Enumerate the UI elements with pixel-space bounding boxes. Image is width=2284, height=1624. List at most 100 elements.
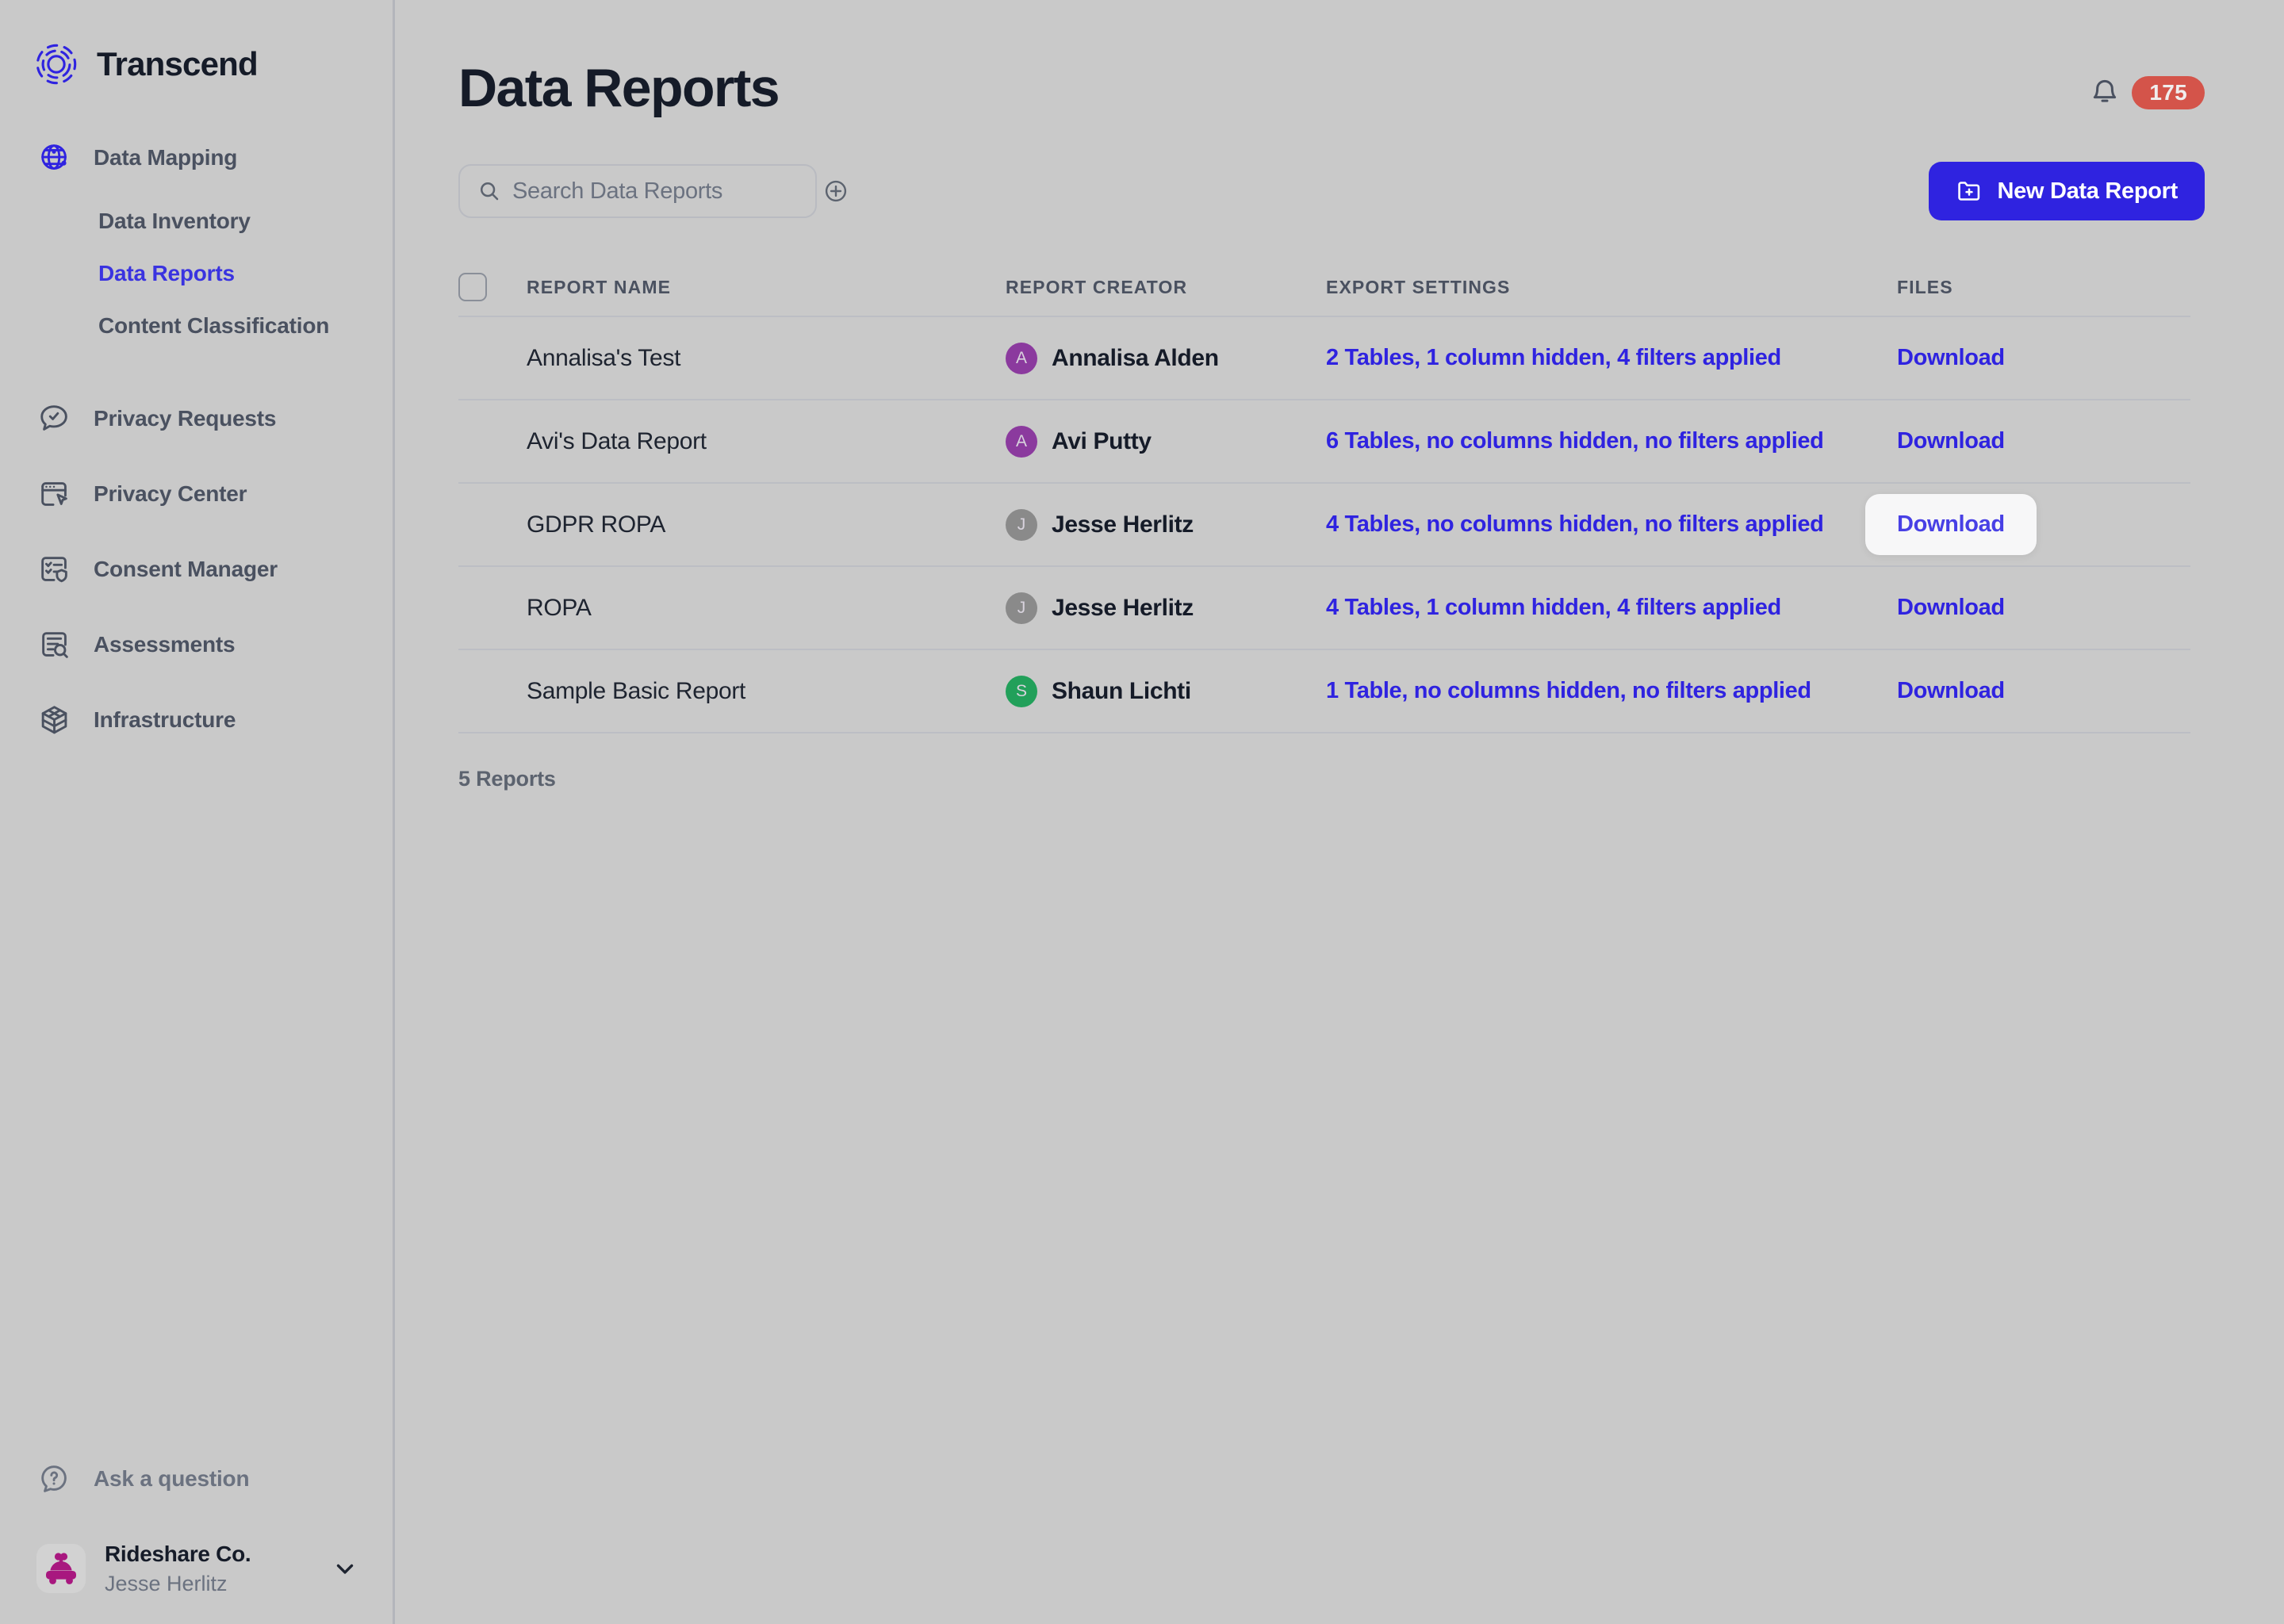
sidebar-nav: Data Mapping Data Inventory Data Reports… [0,136,393,757]
chat-check-icon [40,404,67,431]
sidebar-item-label: Consent Manager [94,556,278,581]
checklist-shield-icon [41,556,67,582]
sidebar: Transcend Data Mapping Data Inventory Da… [0,0,395,1624]
cell-files: Download [1865,494,2190,555]
chevron-down-icon[interactable] [331,1555,358,1582]
ask-a-question-button[interactable]: Ask a question [0,1445,390,1513]
notification-badge[interactable]: 175 [2132,76,2205,109]
export-settings-link[interactable]: 4 Tables, no columns hidden, no filters … [1326,511,1824,537]
question-circle-icon [41,1465,67,1492]
download-button[interactable]: Download [1865,494,2037,555]
bell-icon[interactable] [2089,77,2121,109]
export-settings-link[interactable]: 6 Tables, no columns hidden, no filters … [1326,428,1824,454]
data-reports-table: REPORT NAME REPORT CREATOR EXPORT SETTIN… [458,259,2190,791]
cell-report-creator: J Jesse Herlitz [1006,508,1326,541]
export-settings-link[interactable]: 2 Tables, 1 column hidden, 4 filters app… [1326,345,1781,370]
cell-report-name[interactable]: Avi's Data Report [527,428,1006,455]
creator-name: Jesse Herlitz [1052,594,1194,621]
search-input[interactable] [512,178,811,205]
select-all-checkbox[interactable] [458,273,487,301]
sidebar-item-label: Assessments [94,631,236,657]
sidebar-item-data-mapping[interactable]: Data Mapping [0,136,393,179]
cell-report-name[interactable]: Sample Basic Report [527,678,1006,705]
page-title: Data Reports [458,58,780,118]
sidebar-group-label: Data Mapping [94,145,238,170]
cell-report-creator: S Shaun Lichti [1006,675,1326,707]
sidebar-item-assessments[interactable]: Assessments [0,607,393,682]
column-header-report-name[interactable]: REPORT NAME [527,277,1006,298]
download-button[interactable]: Download [1865,411,2037,472]
sidebar-item-label: Infrastructure [94,707,236,732]
download-button[interactable]: Download [1865,327,2037,389]
ask-a-question-label: Ask a question [94,1466,250,1491]
sidebar-footer: Ask a question Rideshare Co. Jesse Herli… [0,1445,390,1624]
avatar: S [1006,675,1037,707]
transcend-logo-icon [36,44,77,85]
brand-logo[interactable]: Transcend [0,0,393,87]
export-settings-link[interactable]: 4 Tables, 1 column hidden, 4 filters app… [1326,595,1781,620]
sidebar-item-privacy-center[interactable]: Privacy Center [0,456,393,531]
creator-name: Avi Putty [1052,427,1152,454]
cell-report-name[interactable]: GDPR ROPA [527,511,1006,538]
sidebar-item-data-reports[interactable]: Data Reports [0,247,393,300]
sidebar-item-consent-manager[interactable]: Consent Manager [0,531,393,607]
folder-plus-icon [1958,182,1980,201]
sidebar-item-label: Privacy Center [94,481,247,506]
sidebar-item-data-inventory[interactable]: Data Inventory [0,195,393,247]
globe-icon [41,144,67,170]
cell-files: Download [1897,428,2190,454]
search-box[interactable] [458,164,847,218]
cell-export-settings: 6 Tables, no columns hidden, no filters … [1326,428,1897,454]
cell-report-creator: J Jesse Herlitz [1006,592,1326,624]
column-header-report-creator[interactable]: REPORT CREATOR [1006,277,1326,298]
avatar [36,1544,86,1593]
sidebar-subnav: Data Inventory Data Reports Content Clas… [0,195,393,352]
sidebar-main-items: Privacy Requests Privacy Center Consent … [0,381,393,757]
export-settings-link[interactable]: 1 Table, no columns hidden, no filters a… [1326,678,1811,703]
cell-report-creator: A Avi Putty [1006,425,1326,458]
creator-name: Shaun Lichti [1052,677,1191,704]
cell-report-name[interactable]: Annalisa's Test [527,345,1006,372]
main-content: Data Reports 175 Search Data Reports New… [395,0,2284,1624]
app-root: Transcend Data Mapping Data Inventory Da… [0,0,2284,1624]
sidebar-item-label: Privacy Requests [94,405,277,431]
avatar: J [1006,592,1037,624]
sidebar-item-infrastructure[interactable]: Infrastructure [0,682,393,757]
avatar: A [1006,342,1037,374]
table-row[interactable]: Annalisa's Test A Annalisa Alden 2 Tables, … [458,317,2190,400]
toolbar: New Data Report [458,162,2221,220]
column-header-files[interactable]: FILES [1897,277,2190,298]
new-data-report-label: New Data Report [1997,178,2178,204]
header-actions: 175 [2089,76,2205,109]
table-row[interactable]: ROPA J Jesse Herlitz 4 Tables, 1 column hid… [458,567,2190,650]
browser-cursor-icon [41,481,67,506]
plus-circle-icon[interactable] [822,178,849,205]
search-icon [480,182,499,201]
avatar: J [1006,508,1037,541]
sidebar-item-content-classification[interactable]: Content Classification [0,300,393,352]
column-header-export-settings[interactable]: EXPORT SETTINGS [1326,277,1897,298]
document-search-icon [42,631,68,658]
select-all-cell [458,273,527,301]
cell-files: Download [1897,595,2190,621]
table-row[interactable]: Sample Basic Report S Shaun Lichti 1 Table,… [458,650,2190,733]
brand-name: Transcend [97,45,259,82]
avatar: A [1006,425,1037,458]
cell-files: Download [1897,345,2190,371]
table-row[interactable]: Avi's Data Report A Avi Putty 6 Tables, no … [458,400,2190,484]
download-button[interactable]: Download [1865,577,2037,638]
cell-report-name[interactable]: ROPA [527,595,1006,622]
cube-icon [41,705,67,733]
table-header-row: REPORT NAME REPORT CREATOR EXPORT SETTIN… [458,259,2190,317]
org-switcher[interactable]: Rideshare Co. Jesse Herlitz [0,1513,390,1624]
download-button[interactable]: Download [1865,661,2037,722]
creator-name: Jesse Herlitz [1052,511,1194,538]
car-icon [46,1553,76,1584]
cell-export-settings: 2 Tables, 1 column hidden, 4 filters app… [1326,345,1897,371]
org-info: Rideshare Co. Jesse Herlitz [105,1540,312,1598]
sidebar-item-privacy-requests[interactable]: Privacy Requests [0,381,393,456]
cell-export-settings: 4 Tables, no columns hidden, no filters … [1326,511,1897,538]
table-row[interactable]: GDPR ROPA J Jesse Herlitz 4 Tables, no colu… [458,484,2190,567]
new-data-report-button[interactable]: New Data Report [1929,162,2205,220]
cell-export-settings: 1 Table, no columns hidden, no filters a… [1326,678,1897,704]
